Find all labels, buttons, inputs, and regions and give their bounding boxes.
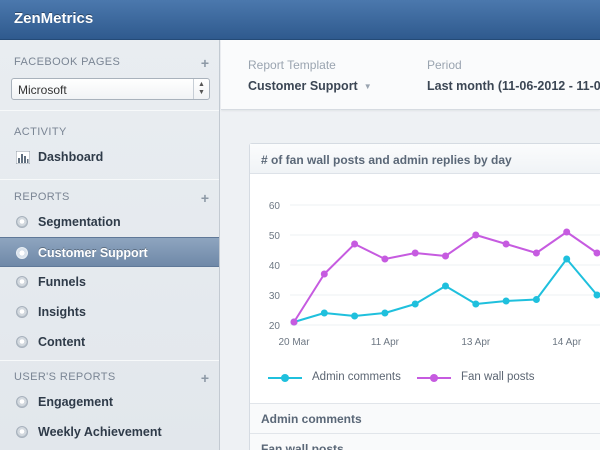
data-point-fan — [563, 228, 571, 236]
legend-admin-marker — [281, 374, 289, 382]
add-report-icon[interactable]: + — [199, 191, 211, 205]
legend-fan-marker — [430, 374, 438, 382]
table-row-admin-comments[interactable]: Admin comments — [250, 403, 600, 433]
x-tick-label: 13 Apr — [461, 337, 491, 348]
legend-fan-label[interactable]: Fan wall posts — [461, 371, 535, 383]
sidebar-item-label: Segmentation — [38, 215, 121, 229]
y-tick-label: 20 — [269, 321, 281, 332]
report-template-label: Report Template — [248, 58, 336, 72]
sidebar-item-content[interactable]: Content — [0, 327, 219, 357]
selected-page: Microsoft — [18, 83, 67, 97]
data-point-fan — [502, 240, 510, 248]
sidebar-item-label: Weekly Achievement — [38, 425, 162, 439]
data-point-admin — [381, 309, 389, 317]
chart-panel: # of fan wall posts and admin replies by… — [249, 143, 600, 450]
sidebar-item-insights[interactable]: Insights — [0, 297, 219, 327]
report-bullet-icon — [16, 396, 28, 408]
data-point-admin — [563, 255, 571, 263]
brand-logo[interactable]: ZenMetrics — [14, 10, 93, 27]
data-point-admin — [502, 297, 510, 305]
dropdown-caret-icon: ▼ — [363, 82, 372, 92]
facebook-page-select[interactable]: Microsoft ▲ ▼ — [11, 78, 210, 100]
data-point-admin — [320, 309, 328, 317]
divider — [0, 110, 219, 111]
reports-header: REPORTS — [14, 191, 70, 203]
report-bullet-icon — [16, 247, 28, 259]
y-tick-label: 60 — [269, 201, 281, 212]
sidebar-item-label: Content — [38, 335, 86, 349]
data-point-fan — [472, 231, 480, 239]
data-point-fan — [320, 270, 328, 278]
select-arrows-icon: ▲ ▼ — [193, 79, 209, 99]
data-point-fan — [411, 249, 419, 257]
report-template-dropdown[interactable]: Customer Support ▼ — [248, 79, 372, 93]
legend-admin-label[interactable]: Admin comments — [312, 371, 401, 383]
report-bullet-icon — [16, 276, 28, 288]
data-point-fan — [290, 318, 298, 326]
table-row-fan-wall-posts[interactable]: Fan wall posts — [250, 433, 600, 450]
bar-chart-icon — [16, 151, 30, 164]
sidebar: FACEBOOK PAGES + Microsoft ▲ ▼ ACTIVITY D… — [0, 40, 220, 450]
report-bullet-icon — [16, 336, 28, 348]
add-page-icon[interactable]: + — [199, 56, 211, 70]
sidebar-item-engagement[interactable]: Engagement — [0, 387, 219, 417]
line-chart: 20 30 40 50 60 20 Mar 11 Apr 13 Apr 14 Apr — [269, 201, 600, 348]
sidebar-item-customer-support[interactable]: Customer Support — [0, 237, 219, 267]
report-settings-bar: Report Template Customer Support ▼ Period… — [221, 40, 600, 110]
data-point-admin — [442, 282, 449, 290]
facebook-pages-header: FACEBOOK PAGES — [14, 56, 121, 68]
sidebar-item-label: Engagement — [38, 395, 114, 409]
sidebar-item-funnels[interactable]: Funnels — [0, 267, 219, 297]
data-point-fan — [442, 252, 449, 260]
sidebar-item-label: Dashboard — [38, 150, 104, 164]
data-point-admin — [351, 312, 359, 320]
data-point-admin — [472, 300, 480, 308]
data-point-fan — [381, 255, 389, 263]
sidebar-item-label: Customer Support — [38, 246, 148, 260]
y-tick-label: 50 — [269, 231, 281, 242]
x-tick-label: 11 Apr — [371, 337, 400, 348]
data-point-admin — [411, 300, 419, 308]
series-line-admin — [293, 258, 598, 323]
top-bar: ZenMetrics — [0, 0, 600, 40]
sidebar-item-segmentation[interactable]: Segmentation — [0, 207, 219, 237]
data-point-admin — [532, 296, 540, 303]
add-user-report-icon[interactable]: + — [199, 371, 211, 385]
sidebar-item-label: Insights — [38, 305, 86, 319]
x-tick-label: 20 Mar — [278, 337, 310, 348]
series-line-fan — [293, 231, 598, 323]
sidebar-item-dashboard[interactable]: Dashboard — [0, 142, 219, 172]
activity-header: ACTIVITY — [14, 126, 67, 138]
data-point-fan — [532, 249, 540, 257]
y-tick-label: 30 — [269, 291, 281, 302]
report-bullet-icon — [16, 306, 28, 318]
data-point-fan — [351, 240, 359, 248]
report-template-value: Customer Support — [248, 79, 358, 93]
period-selector[interactable]: Last month (11-06-2012 - 11-07 — [427, 79, 600, 93]
panel-title: # of fan wall posts and admin replies by… — [250, 144, 600, 174]
sidebar-item-weekly-achievement[interactable]: Weekly Achievement — [0, 417, 219, 447]
y-tick-label: 40 — [269, 261, 281, 272]
divider — [0, 360, 219, 361]
period-label: Period — [427, 58, 462, 72]
divider — [0, 179, 219, 180]
users-reports-header: USER'S REPORTS — [14, 371, 116, 383]
report-bullet-icon — [16, 426, 28, 438]
sidebar-item-label: Funnels — [38, 275, 86, 289]
report-bullet-icon — [16, 216, 28, 228]
x-tick-label: 14 Apr — [552, 337, 582, 348]
